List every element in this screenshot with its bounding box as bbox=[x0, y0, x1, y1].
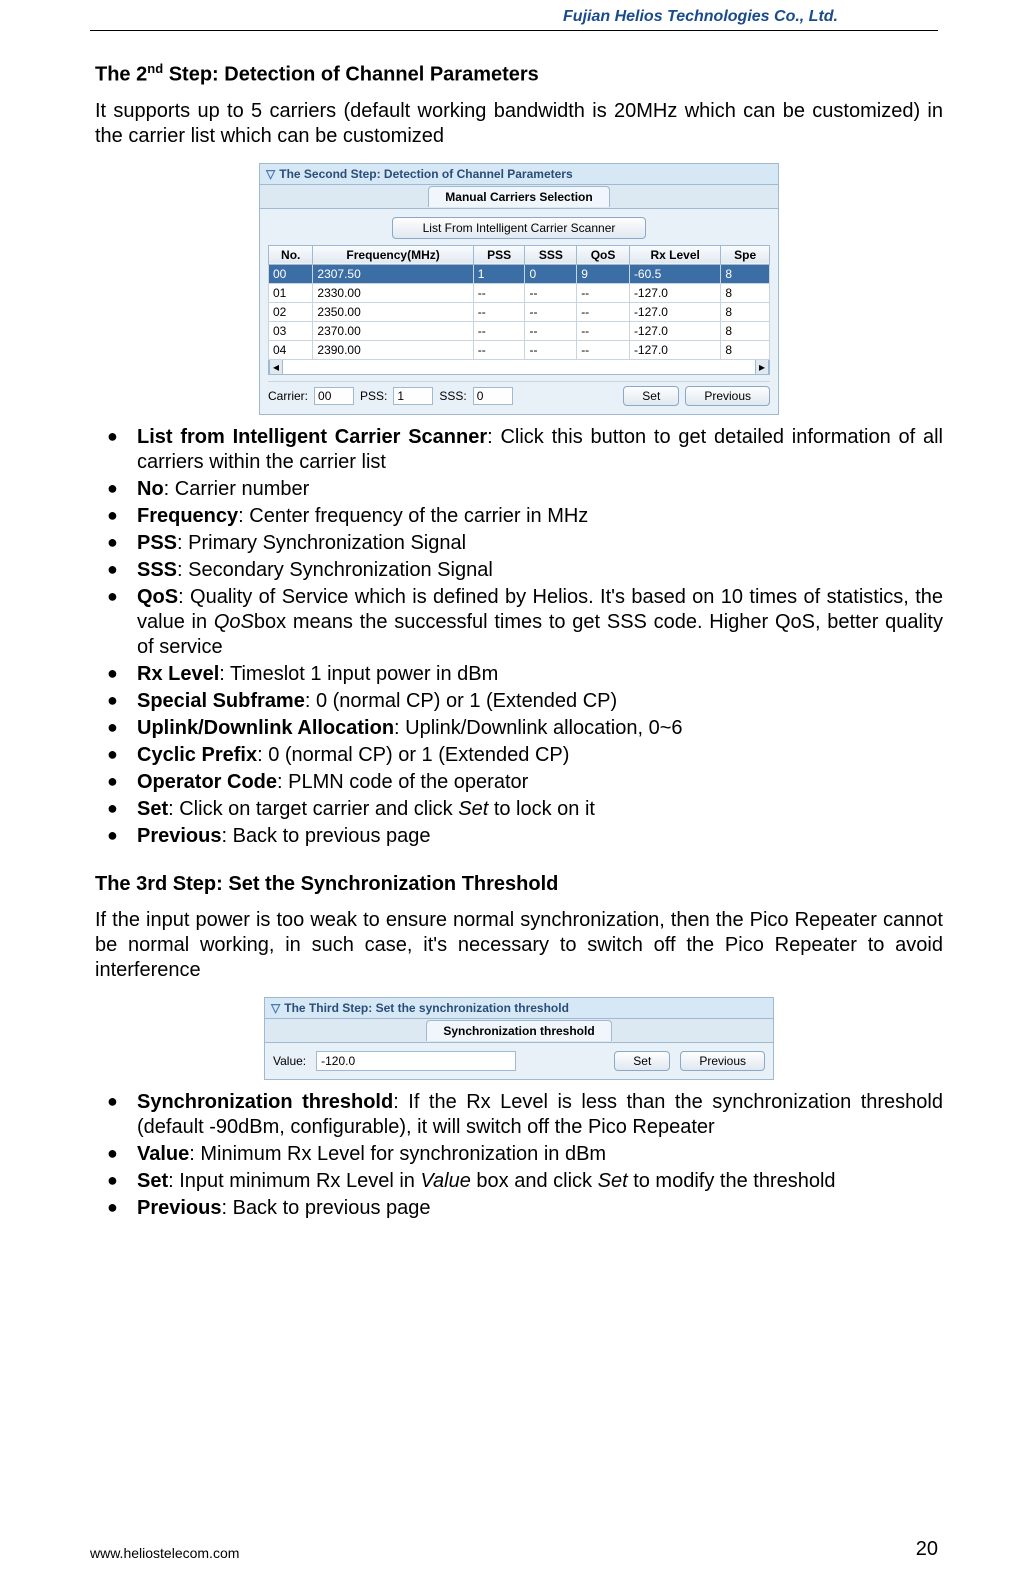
step2-title: The 2nd Step: Detection of Channel Param… bbox=[95, 61, 943, 87]
set-button[interactable]: Set bbox=[614, 1051, 670, 1071]
list-item: Set: Input minimum Rx Level in Value box… bbox=[107, 1169, 943, 1194]
page-header: Fujian Helios Technologies Co., Ltd. bbox=[90, 0, 938, 31]
sss-input[interactable] bbox=[473, 387, 513, 405]
step3-bullets: Synchronization threshold: If the Rx Lev… bbox=[95, 1090, 943, 1221]
scroll-right-icon[interactable]: ▸ bbox=[755, 360, 769, 374]
step3-title: The 3rd Step: Set the Synchronization Th… bbox=[95, 873, 943, 896]
set-button[interactable]: Set bbox=[623, 386, 679, 406]
table-row[interactable]: 022350.00-------127.08 bbox=[269, 302, 770, 321]
list-item: Frequency: Center frequency of the carri… bbox=[107, 504, 943, 529]
sync-panel-body: Value: Set Previous bbox=[264, 1043, 774, 1080]
sync-panel-header: ▽The Third Step: Set the synchronization… bbox=[264, 997, 774, 1019]
sync-tab-bar: Synchronization threshold bbox=[264, 1019, 774, 1043]
carrier-input[interactable] bbox=[314, 387, 354, 405]
value-label: Value: bbox=[273, 1054, 306, 1068]
column-header[interactable]: Rx Level bbox=[629, 245, 720, 264]
collapse-icon[interactable]: ▽ bbox=[271, 1001, 280, 1015]
list-item: Cyclic Prefix: 0 (normal CP) or 1 (Exten… bbox=[107, 743, 943, 768]
list-item: Previous: Back to previous page bbox=[107, 1196, 943, 1221]
carrier-tab-bar: Manual Carriers Selection bbox=[259, 185, 779, 209]
table-row[interactable]: 012330.00-------127.08 bbox=[269, 283, 770, 302]
list-item: No: Carrier number bbox=[107, 477, 943, 502]
list-item: Previous: Back to previous page bbox=[107, 824, 943, 849]
manual-carriers-tab[interactable]: Manual Carriers Selection bbox=[428, 186, 609, 207]
sync-panel: ▽The Third Step: Set the synchronization… bbox=[264, 997, 774, 1080]
sync-value-row: Value: Set Previous bbox=[273, 1051, 765, 1071]
list-item: Rx Level: Timeslot 1 input power in dBm bbox=[107, 662, 943, 687]
page-number: 20 bbox=[916, 1538, 938, 1561]
list-item: Uplink/Downlink Allocation: Uplink/Downl… bbox=[107, 716, 943, 741]
carrier-panel-header: ▽The Second Step: Detection of Channel P… bbox=[259, 163, 779, 185]
pss-input[interactable] bbox=[393, 387, 433, 405]
scroll-left-icon[interactable]: ◂ bbox=[269, 360, 283, 374]
sss-label: SSS: bbox=[439, 389, 466, 403]
collapse-icon[interactable]: ▽ bbox=[266, 167, 275, 181]
column-header[interactable]: SSS bbox=[525, 245, 577, 264]
list-item: Value: Minimum Rx Level for synchronizat… bbox=[107, 1142, 943, 1167]
step3-intro: If the input power is too weak to ensure… bbox=[95, 908, 943, 983]
column-header[interactable]: QoS bbox=[577, 245, 630, 264]
table-row[interactable]: 002307.50109-60.58 bbox=[269, 264, 770, 283]
table-row[interactable]: 042390.00-------127.08 bbox=[269, 340, 770, 359]
list-item: SSS: Secondary Synchronization Signal bbox=[107, 558, 943, 583]
step2-bullets: List from Intelligent Carrier Scanner: C… bbox=[95, 425, 943, 849]
table-row[interactable]: 032370.00-------127.08 bbox=[269, 321, 770, 340]
list-item: QoS: Quality of Service which is defined… bbox=[107, 585, 943, 660]
list-item: Special Subframe: 0 (normal CP) or 1 (Ex… bbox=[107, 689, 943, 714]
carrier-input-row: Carrier: PSS: SSS: Set Previous bbox=[268, 381, 770, 406]
page-content: The 2nd Step: Detection of Channel Param… bbox=[0, 31, 1033, 1221]
list-item: Synchronization threshold: If the Rx Lev… bbox=[107, 1090, 943, 1140]
list-item: PSS: Primary Synchronization Signal bbox=[107, 531, 943, 556]
carrier-panel: ▽The Second Step: Detection of Channel P… bbox=[259, 163, 779, 415]
column-header[interactable]: Frequency(MHz) bbox=[313, 245, 473, 264]
carrier-table: No.Frequency(MHz)PSSSSSQoSRx LevelSpe 00… bbox=[268, 245, 770, 360]
carrier-panel-body: List From Intelligent Carrier Scanner No… bbox=[259, 209, 779, 415]
previous-button[interactable]: Previous bbox=[680, 1051, 765, 1071]
footer-url: www.heliostelecom.com bbox=[90, 1545, 239, 1561]
list-item: List from Intelligent Carrier Scanner: C… bbox=[107, 425, 943, 475]
pss-label: PSS: bbox=[360, 389, 387, 403]
column-header[interactable]: No. bbox=[269, 245, 313, 264]
value-input[interactable] bbox=[316, 1051, 516, 1071]
table-scrollbar: ◂ ▸ bbox=[268, 360, 770, 375]
step2-intro: It supports up to 5 carriers (default wo… bbox=[95, 99, 943, 149]
previous-button[interactable]: Previous bbox=[685, 386, 770, 406]
carrier-label: Carrier: bbox=[268, 389, 308, 403]
column-header[interactable]: PSS bbox=[473, 245, 525, 264]
sync-threshold-tab[interactable]: Synchronization threshold bbox=[426, 1020, 611, 1041]
company-name: Fujian Helios Technologies Co., Ltd. bbox=[563, 8, 838, 25]
column-header[interactable]: Spe bbox=[721, 245, 770, 264]
list-item: Set: Click on target carrier and click S… bbox=[107, 797, 943, 822]
page-footer: www.heliostelecom.com 20 bbox=[0, 1538, 1033, 1561]
list-item: Operator Code: PLMN code of the operator bbox=[107, 770, 943, 795]
list-scanner-button[interactable]: List From Intelligent Carrier Scanner bbox=[392, 217, 647, 239]
